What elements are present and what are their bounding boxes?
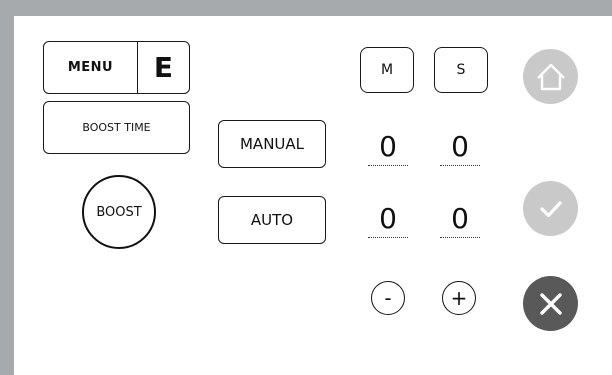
close-icon [539,292,562,315]
digit-field[interactable]: 0 [440,133,480,166]
minus-button[interactable]: - [371,281,405,315]
check-icon [539,200,562,217]
plus-button[interactable]: + [442,281,476,315]
boost-button[interactable]: BOOST [82,175,156,249]
digit-field[interactable]: 0 [440,205,480,238]
minutes-button[interactable]: M [360,47,414,93]
frame-top [0,0,612,16]
manual-button[interactable]: MANUAL [218,120,326,168]
minus-icon: - [384,286,392,310]
plus-icon: + [450,286,468,310]
boost-time-button[interactable]: BOOST TIME [43,101,190,154]
cancel-button[interactable] [523,276,578,331]
confirm-button[interactable] [523,181,578,236]
menu-label: MENU [44,42,138,93]
home-icon [536,63,565,90]
mode-letter: E [153,51,174,84]
digit-field[interactable]: 0 [368,133,408,166]
home-button[interactable] [523,49,578,104]
menu-button[interactable]: MENU E [43,41,190,94]
auto-button[interactable]: AUTO [218,196,326,244]
frame-left [0,0,14,375]
digit-field[interactable]: 0 [368,205,408,238]
seconds-button[interactable]: S [434,47,488,93]
